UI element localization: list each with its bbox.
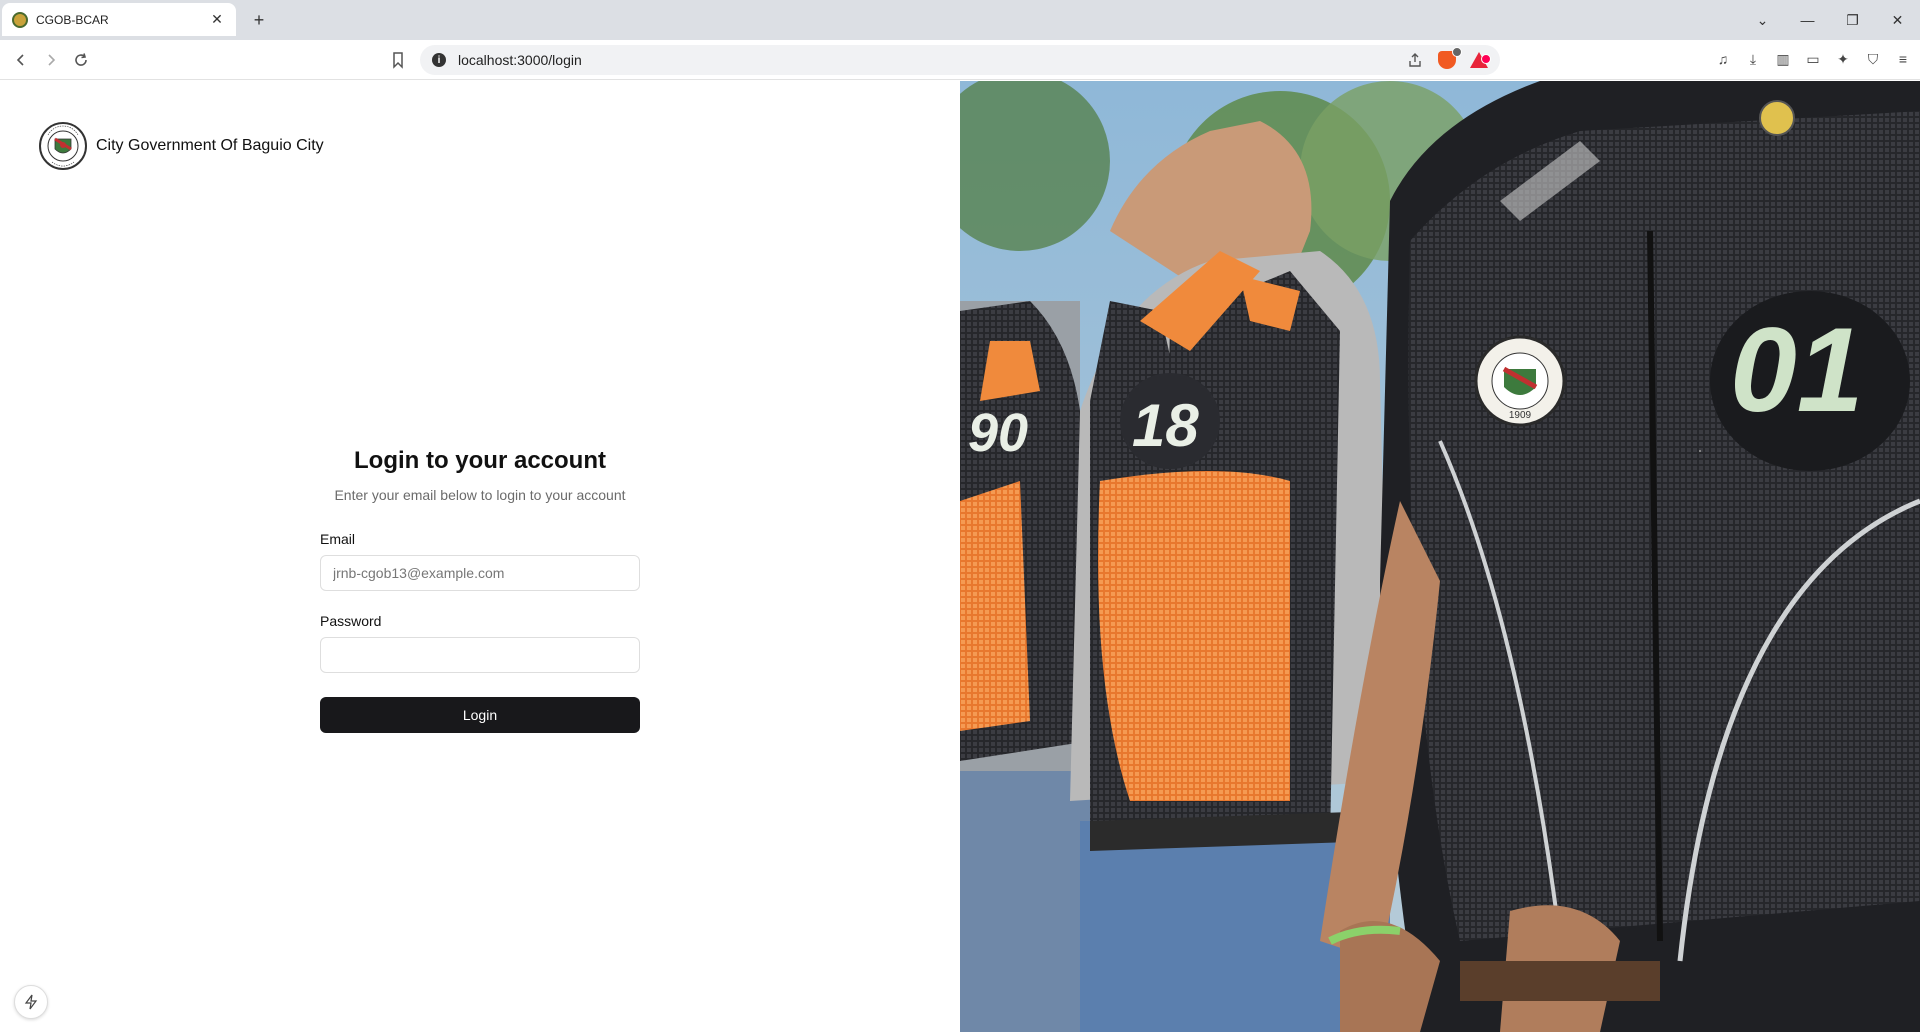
password-label: Password (320, 613, 382, 629)
tab-close-icon[interactable]: ✕ (208, 11, 226, 29)
back-icon[interactable] (10, 49, 32, 71)
login-subtitle: Enter your email below to login to your … (334, 487, 626, 503)
vest-number-18: 18 (1132, 392, 1199, 459)
close-window-button[interactable]: ✕ (1875, 12, 1920, 29)
forward-icon[interactable] (40, 49, 62, 71)
toolbar-extensions: ♫ ⤓ ▥ ▭ ✦ ⛉ ≡ (1714, 50, 1912, 68)
vest-number-01: 01 (1730, 303, 1863, 437)
minimize-button[interactable]: — (1785, 12, 1830, 28)
share-icon[interactable] (1406, 51, 1424, 69)
brand-header: City Government Of Baguio City (38, 121, 324, 171)
browser-toolbar: i localhost:3000/login ♫ ⤓ ▥ ▭ ✦ ⛉ ≡ (0, 40, 1920, 80)
officer-left: 90 (960, 301, 1090, 1032)
new-tab-button[interactable]: + (248, 9, 270, 31)
officer-right: 01 1909 (1320, 81, 1920, 1032)
login-form: Login to your account Enter your email b… (320, 447, 640, 733)
browser-tabbar: CGOB-BCAR ✕ + ⌄ — ❐ ✕ (0, 0, 1920, 40)
favicon-icon (12, 11, 28, 28)
leo-ai-icon[interactable]: ✦ (1834, 50, 1852, 68)
reload-icon[interactable] (70, 49, 92, 71)
browser-tab[interactable]: CGOB-BCAR ✕ (2, 3, 236, 36)
bookmark-icon[interactable] (388, 50, 408, 70)
password-field[interactable] (320, 637, 640, 673)
tab-search-icon[interactable]: ⌄ (1740, 12, 1785, 29)
city-patch: 1909 (1474, 335, 1566, 427)
tab-title: CGOB-BCAR (36, 12, 109, 27)
email-field-group: Email (320, 531, 640, 591)
hero-image: 90 18 01 1909 (960, 81, 1920, 1032)
brave-shields-icon[interactable] (1438, 47, 1462, 69)
hero-illustration: 90 18 01 1909 (960, 81, 1920, 1032)
download-icon[interactable]: ⤓ (1744, 50, 1762, 68)
restore-button[interactable]: ❐ (1830, 12, 1875, 29)
city-seal-logo (39, 122, 87, 170)
wallet-icon[interactable]: ▭ (1804, 50, 1822, 68)
email-field[interactable] (320, 555, 640, 591)
patch-year: 1909 (1509, 410, 1532, 421)
password-field-group: Password (320, 613, 640, 673)
brave-rewards-icon[interactable] (1470, 52, 1491, 68)
sidebar-icon[interactable]: ▥ (1774, 50, 1792, 68)
site-info-icon[interactable]: i (432, 53, 446, 67)
login-title: Login to your account (354, 447, 606, 474)
vest-number-left: 90 (968, 403, 1028, 463)
dev-tools-icon[interactable] (14, 985, 48, 1019)
login-panel: City Government Of Baguio City Login to … (0, 81, 960, 1032)
login-page: City Government Of Baguio City Login to … (0, 81, 1920, 1032)
brand-name: City Government Of Baguio City (96, 137, 324, 154)
menu-icon[interactable]: ≡ (1894, 50, 1912, 68)
url-text[interactable]: localhost:3000/login (458, 52, 1406, 68)
email-label: Email (320, 531, 356, 547)
window-controls: ⌄ — ❐ ✕ (1740, 0, 1920, 40)
login-button[interactable]: Login (320, 697, 640, 733)
address-bar[interactable]: i localhost:3000/login (420, 45, 1500, 75)
vpn-shield-icon[interactable]: ⛉ (1864, 50, 1882, 68)
media-icon[interactable]: ♫ (1714, 50, 1732, 68)
